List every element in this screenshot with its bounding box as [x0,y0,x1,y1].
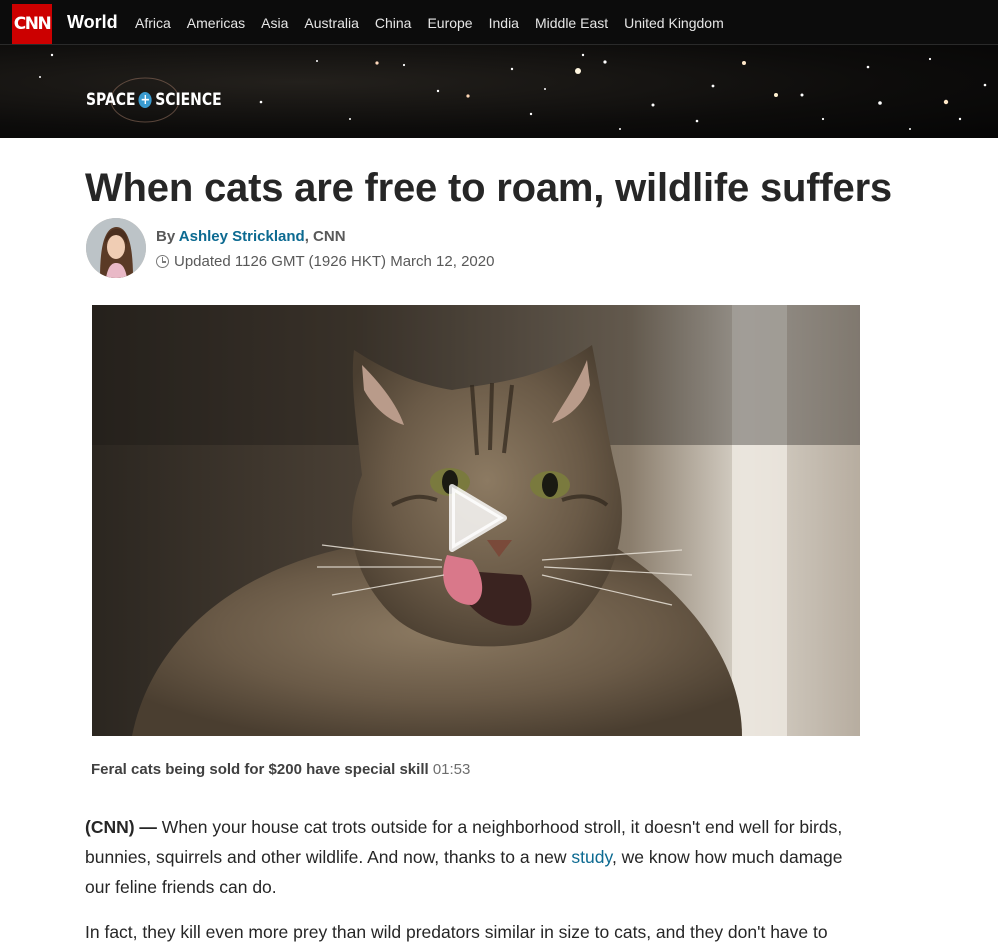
video-title: Feral cats being sold for $200 have spec… [91,761,429,778]
nav-items: Africa Americas Asia Australia China Europe In… [135,15,740,31]
study-link[interactable]: study [571,847,612,867]
play-icon[interactable] [448,483,508,553]
space-science-logo[interactable]: SPACE + SCIENCE [86,88,222,112]
clock-icon [156,255,169,268]
byline-source: , CNN [304,228,346,245]
article-headline: When cats are free to roam, wildlife suf… [85,166,892,210]
cnn-logo[interactable]: CNN [12,4,52,44]
nav-item-middle-east[interactable]: Middle East [535,15,608,31]
nav-item-australia[interactable]: Australia [304,15,358,31]
nav-item-united-kingdom[interactable]: United Kingdom [624,15,724,31]
top-nav: CNN World Africa Americas Asia Australia Chi… [0,0,998,45]
nav-item-europe[interactable]: Europe [427,15,472,31]
nav-item-china[interactable]: China [375,15,412,31]
author-photo [86,218,146,278]
article-paragraph-1: (CNN) — When your house cat trots outsid… [85,812,865,902]
cnn-logo-text: CNN [13,14,52,34]
nav-item-americas[interactable]: Americas [187,15,245,31]
nav-item-asia[interactable]: Asia [261,15,288,31]
byline: By Ashley Strickland, CNN [156,228,346,245]
byline-prefix: By [156,228,179,245]
video-duration: 01:53 [432,761,471,778]
plus-icon: + [138,92,152,108]
updated-text: Updated 1126 GMT (1926 HKT) March 12, 20… [174,253,495,270]
nav-item-africa[interactable]: Africa [135,15,171,31]
dateline: (CNN) — [85,817,157,837]
banner-logo-right: SCIENCE [155,90,222,110]
author-avatar[interactable] [86,218,146,278]
author-link[interactable]: Ashley Strickland [179,228,305,245]
banner-logo-left: SPACE [86,90,136,110]
video-caption[interactable]: Feral cats being sold for $200 have spec… [91,761,470,778]
section-title-world[interactable]: World [67,12,118,33]
nav-item-india[interactable]: India [489,15,519,31]
article-paragraph-2: In fact, they kill even more prey than w… [85,922,828,942]
updated-timestamp: Updated 1126 GMT (1926 HKT) March 12, 20… [156,253,494,270]
section-banner: SPACE + SCIENCE [0,45,998,138]
